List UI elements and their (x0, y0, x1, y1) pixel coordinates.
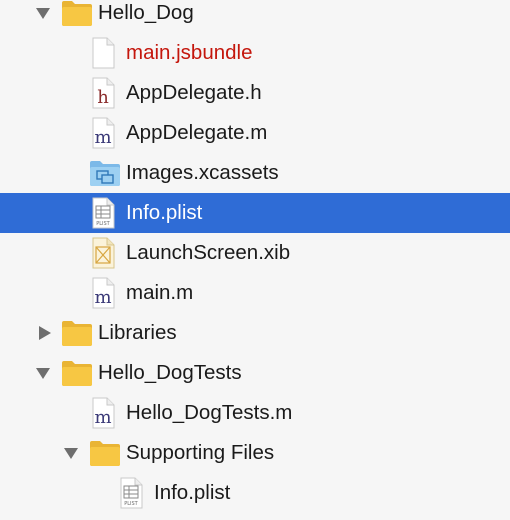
disclosure-expanded-icon[interactable] (35, 353, 53, 393)
folder-icon (60, 313, 94, 353)
svg-text:PLIST: PLIST (96, 221, 110, 227)
tree-row-appdelegate-m[interactable]: m AppDelegate.m (0, 113, 510, 153)
generic-file-icon (90, 33, 124, 73)
tree-row-libraries[interactable]: Libraries (0, 313, 510, 353)
tree-item-label: AppDelegate.h (126, 81, 262, 104)
tree-item-label: Hello_DogTests (98, 361, 242, 384)
folder-icon (60, 353, 94, 393)
tree-row-info-plist-tests[interactable]: PLIST Info.plist (0, 473, 510, 513)
disclosure-collapsed-icon[interactable] (37, 313, 55, 353)
disclosure-expanded-icon[interactable] (63, 433, 81, 473)
tree-item-label: Images.xcassets (126, 161, 279, 184)
tree-item-label: main.jsbundle (126, 41, 253, 64)
objc-file-icon: m (90, 273, 124, 313)
tree-item-label: Info.plist (154, 481, 231, 504)
tree-item-label: Hello_Dog (98, 1, 194, 24)
svg-text:m: m (94, 127, 111, 148)
xib-file-icon (90, 233, 124, 273)
tree-row-appdelegate-h[interactable]: h AppDelegate.h (0, 73, 510, 113)
objc-file-icon: m (90, 113, 124, 153)
tree-row-hello-dogtests[interactable]: Hello_DogTests (0, 353, 510, 393)
plist-file-icon: PLIST (118, 473, 152, 513)
asset-catalog-icon (88, 153, 122, 193)
objc-file-icon: m (90, 393, 124, 433)
folder-icon (60, 0, 94, 33)
disclosure-expanded-icon[interactable] (35, 0, 53, 33)
tree-item-label: AppDelegate.m (126, 121, 268, 144)
svg-text:m: m (94, 287, 111, 308)
tree-row-hello-dogtests-m[interactable]: m Hello_DogTests.m (0, 393, 510, 433)
tree-row-info-plist-selected[interactable]: PLIST Info.plist (0, 193, 510, 233)
svg-text:m: m (94, 407, 111, 428)
header-file-icon: h (90, 73, 124, 113)
plist-file-icon: PLIST (90, 193, 124, 233)
svg-text:PLIST: PLIST (124, 501, 138, 507)
tree-row-images-xcassets[interactable]: Images.xcassets (0, 153, 510, 193)
tree-item-label: Hello_DogTests.m (126, 401, 293, 424)
svg-text:h: h (97, 87, 109, 108)
tree-item-label: Info.plist (126, 201, 203, 224)
project-navigator: Hello_Dog main.jsbundle h AppDelegate.h … (0, 0, 510, 520)
tree-row-launchscreen-xib[interactable]: LaunchScreen.xib (0, 233, 510, 273)
tree-item-label: main.m (126, 281, 194, 304)
tree-item-label: Libraries (98, 321, 177, 344)
tree-row-main-m[interactable]: m main.m (0, 273, 510, 313)
tree-item-label: LaunchScreen.xib (126, 241, 291, 264)
folder-icon (88, 433, 122, 473)
tree-row-hello-dog[interactable]: Hello_Dog (0, 0, 510, 33)
tree-row-supporting-files[interactable]: Supporting Files (0, 433, 510, 473)
tree-item-label: Supporting Files (126, 441, 275, 464)
tree-row-main-jsbundle[interactable]: main.jsbundle (0, 33, 510, 73)
